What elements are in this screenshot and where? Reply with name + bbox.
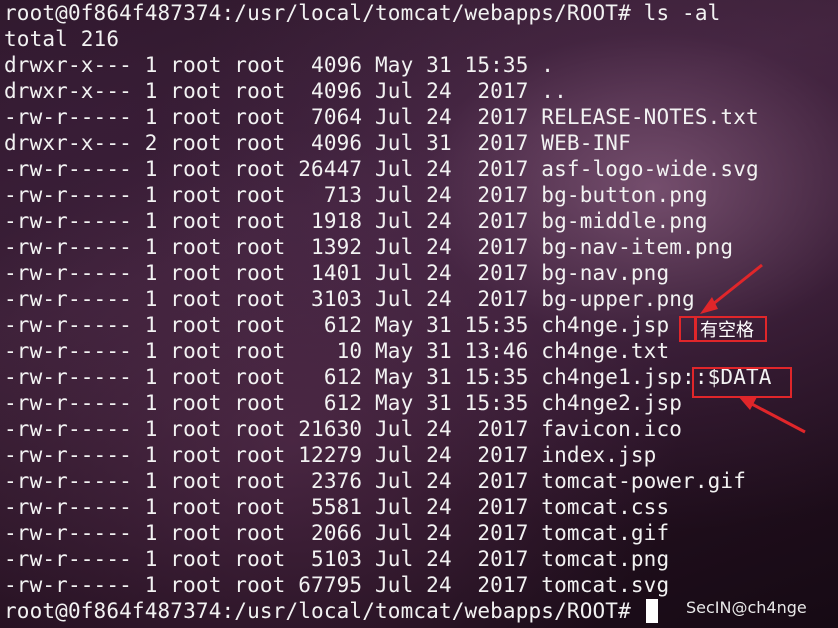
watermark: SecIN@ch4nge: [686, 598, 807, 617]
arrow-to-space-icon: [700, 263, 763, 314]
arrow-to-data-stream-icon: [738, 396, 806, 434]
annotation-arrows: [700, 263, 806, 434]
